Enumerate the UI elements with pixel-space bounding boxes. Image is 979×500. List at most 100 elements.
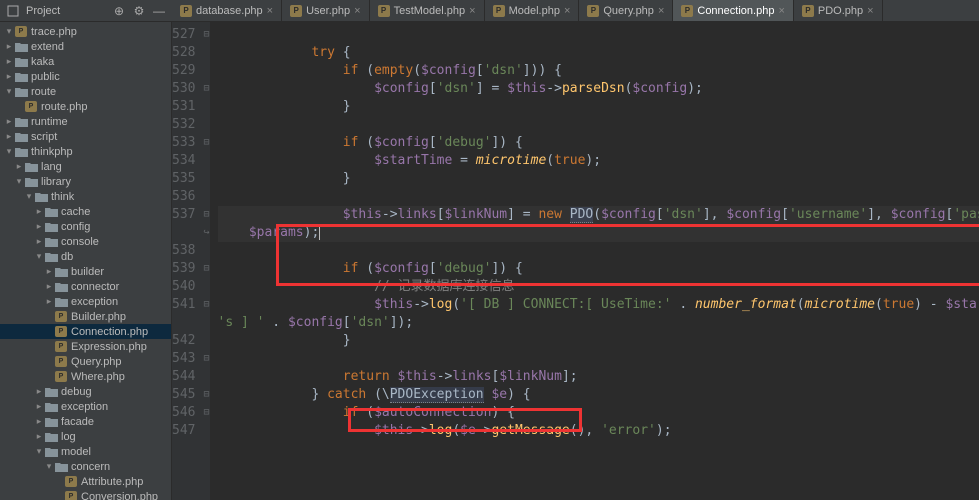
code-line: } catch (\PDOException $e) { [218,386,979,404]
tree-arrow-icon[interactable]: ▸ [4,131,14,142]
tree-row[interactable]: ▾db [0,249,171,264]
tree-row[interactable]: ▾library [0,174,171,189]
code-line: try { [218,44,979,62]
tree-arrow-icon[interactable]: ▾ [44,461,54,472]
tree-row[interactable]: ▾ model [0,444,171,459]
tree-arrow-icon[interactable]: ▸ [4,56,14,67]
tree-row[interactable]: ▸log [0,429,171,444]
tree-arrow-icon[interactable]: ▸ [44,281,54,292]
close-icon[interactable]: × [867,5,873,17]
tree-row[interactable]: ▾concern [0,459,171,474]
code-area[interactable]: try { if (empty($config['dsn'])) { $conf… [210,22,979,500]
tree-arrow-icon[interactable]: ▸ [34,416,44,427]
tree-arrow-icon[interactable]: ▸ [34,221,44,232]
folder-open-icon [44,446,58,458]
code-line: } [218,170,979,188]
close-icon[interactable]: × [658,5,664,17]
editor-tab[interactable]: PPDO.php× [794,0,883,21]
tree-arrow-icon[interactable]: ▾ [4,86,14,97]
tree-row[interactable]: ▸lang [0,159,171,174]
tree-arrow-icon[interactable]: ▾ [4,26,14,37]
tree-arrow-icon[interactable]: ▸ [44,266,54,277]
tree-row[interactable]: ▸extend [0,39,171,54]
tree-row[interactable]: ▸debug [0,384,171,399]
tree-row[interactable]: PWhere.php [0,369,171,384]
tree-arrow-icon[interactable]: ▸ [34,206,44,217]
close-icon[interactable]: × [469,5,475,17]
tree-row[interactable]: ▸exception [0,294,171,309]
target-icon[interactable]: ⊕ [112,4,126,18]
tree-arrow-icon[interactable]: ▾ [24,191,34,202]
code-line: } [218,98,979,116]
tree-row[interactable]: ▸exception [0,399,171,414]
tree-arrow-icon[interactable]: ▾ [34,446,44,457]
tree-row[interactable]: ▾think [0,189,171,204]
tree-row[interactable]: ▸config [0,219,171,234]
tree-row[interactable]: ▸ cache [0,204,171,219]
close-icon[interactable]: × [354,5,360,17]
tree-row[interactable]: ▸console [0,234,171,249]
tree-arrow-icon[interactable]: ▸ [4,71,14,82]
tree-row[interactable]: ▸ connector [0,279,171,294]
tree-label: kaka [31,56,54,68]
editor-tab[interactable]: PQuery.php× [579,0,673,21]
tree-arrow-icon[interactable]: ▾ [34,251,44,262]
tree-row[interactable]: PQuery.php [0,354,171,369]
tree-label: cache [61,206,90,218]
tree-arrow-icon[interactable]: ▾ [4,146,14,157]
close-icon[interactable]: × [778,5,784,17]
tree-arrow-icon[interactable]: ▸ [34,401,44,412]
folder-icon [14,41,28,53]
tree-row[interactable]: ▾Ptrace.php [0,24,171,39]
code-editor[interactable]: 5275285295305315325335345355365375385395… [172,22,979,500]
folder-open-icon [54,461,68,473]
tree-row[interactable]: PConnection.php [0,324,171,339]
line-number: 532 [172,116,195,134]
php-file-icon: P [64,476,78,488]
project-title: Project [26,5,106,17]
editor-tab[interactable]: PConnection.php× [673,0,794,21]
tree-row[interactable]: PBuilder.php [0,309,171,324]
tree-row[interactable]: PExpression.php [0,339,171,354]
editor-tab[interactable]: PModel.php× [485,0,580,21]
tree-arrow-icon[interactable]: ▸ [14,161,24,172]
tree-arrow-icon[interactable]: ▸ [34,236,44,247]
close-icon[interactable]: × [564,5,570,17]
tree-row[interactable]: Proute.php [0,99,171,114]
line-number: 533 [172,134,195,152]
tree-arrow-icon[interactable]: ▸ [34,431,44,442]
tree-row[interactable]: ▸script [0,129,171,144]
folder-icon [44,416,58,428]
code-line: $this->log($e->getMessage(), 'error'); [218,422,979,440]
editor-tab[interactable]: PUser.php× [282,0,369,21]
tree-row[interactable]: ▾route [0,84,171,99]
tree-row[interactable]: ▸builder [0,264,171,279]
project-tree[interactable]: ▾Ptrace.php▸extend▸kaka▸public▾route Pro… [0,22,171,500]
project-sidebar: ▾Ptrace.php▸extend▸kaka▸public▾route Pro… [0,22,172,500]
gear-icon[interactable]: ⚙ [132,4,146,18]
tree-row[interactable]: ▾thinkphp [0,144,171,159]
tab-label: database.php [196,5,263,17]
editor-tab[interactable]: PTestModel.php× [370,0,485,21]
tree-label: connector [71,281,119,293]
close-icon[interactable]: × [267,5,273,17]
code-line: $config['dsn'] = $this->parseDsn($config… [218,80,979,98]
tree-label: Where.php [71,371,125,383]
tree-arrow-icon[interactable]: ▾ [14,176,24,187]
tree-row[interactable]: PAttribute.php [0,474,171,489]
tree-row[interactable]: ▸runtime [0,114,171,129]
php-file-icon: P [290,5,302,17]
cursor [319,225,320,240]
tree-row[interactable]: ▸ kaka [0,54,171,69]
tree-label: model [61,446,91,458]
tree-row[interactable]: PConversion.php [0,489,171,500]
tree-arrow-icon[interactable]: ▸ [4,41,14,52]
editor-tab[interactable]: Pdatabase.php× [172,0,282,21]
collapse-icon[interactable]: — [152,4,166,18]
code-line: } [218,332,979,350]
tree-row[interactable]: ▸public [0,69,171,84]
tree-arrow-icon[interactable]: ▸ [34,386,44,397]
tree-row[interactable]: ▸facade [0,414,171,429]
tree-arrow-icon[interactable]: ▸ [4,116,14,127]
tree-arrow-icon[interactable]: ▸ [44,296,54,307]
